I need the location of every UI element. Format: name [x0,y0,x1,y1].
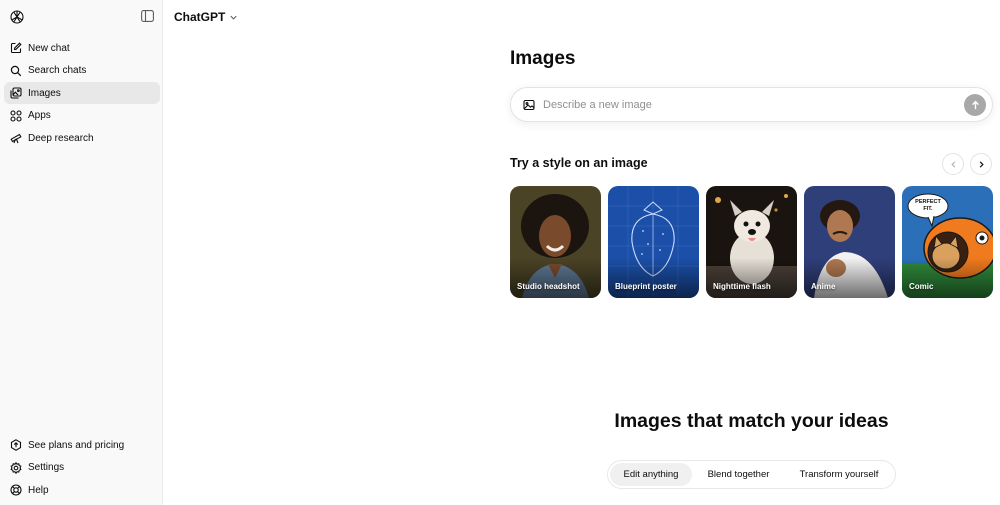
styles-section-title: Try a style on an image [510,156,648,170]
label-shade [902,258,993,298]
style-card-label: Blueprint poster [615,282,677,291]
chevron-left-icon [950,160,955,168]
sidebar-item-label: New chat [28,42,70,54]
images-icon [10,87,22,99]
sidebar-item-search-chats[interactable]: Search chats [4,60,160,82]
tab-transform-yourself[interactable]: Transform yourself [785,463,893,486]
style-card-label: Studio headshot [517,282,580,291]
carousel-next-button[interactable] [970,153,992,175]
style-card-studio-headshot[interactable]: Studio headshot [510,186,601,298]
sidebar-item-label: Apps [28,110,51,122]
sidebar: New chat Search chats Images Apps Deep r… [0,0,163,505]
sidebar-item-label: Search chats [28,65,87,77]
sidebar-footer: See plans and pricing Settings Help [4,434,160,502]
model-name: ChatGPT [174,10,226,24]
sidebar-item-help[interactable]: Help [4,479,160,501]
tab-edit-anything[interactable]: Edit anything [610,463,692,486]
telescope-icon [10,134,22,144]
sidebar-item-images[interactable]: Images [4,82,160,105]
help-icon [10,484,22,496]
style-card-nighttime-flash[interactable]: Nighttime flash [706,186,797,298]
label-shade [510,258,601,298]
style-carousel: Studio headshot Blueprint poster Nightti… [510,186,1000,298]
upgrade-icon [10,439,22,451]
sidebar-item-label: Deep research [28,132,94,144]
sidebar-item-label: Settings [28,462,65,474]
style-card-label: Anime [811,282,836,291]
style-card-comic[interactable]: PERFECT FIT. Comic [902,186,993,298]
add-image-icon[interactable] [523,99,535,111]
search-icon [10,65,22,76]
chevron-down-icon [230,15,237,20]
sidebar-item-label: Help [28,484,49,496]
comic-speech-bubble-text: PERFECT FIT. [915,199,941,212]
compose-icon [10,42,22,54]
apps-icon [10,110,22,122]
tab-blend-together[interactable]: Blend together [692,463,785,486]
sidebar-item-settings[interactable]: Settings [4,457,160,479]
sidebar-item-plans[interactable]: See plans and pricing [4,434,160,456]
sidebar-item-deep-research[interactable]: Deep research [4,127,160,149]
label-shade [804,258,895,298]
sidebar-item-label: See plans and pricing [28,439,125,451]
chevron-right-icon [979,160,984,168]
ideas-tabs: Edit anything Blend together Transform y… [607,460,896,489]
carousel-prev-button[interactable] [942,153,964,175]
style-card-anime[interactable]: Anime [804,186,895,298]
style-card-blueprint-poster[interactable]: Blueprint poster [608,186,699,298]
label-shade [608,258,699,298]
sidebar-nav: New chat Search chats Images Apps Deep r… [4,37,160,150]
sidebar-item-label: Images [28,87,61,99]
arrow-up-icon [971,100,979,109]
ideas-section-title: Images that match your ideas [614,410,889,432]
image-prompt-composer[interactable] [510,87,993,122]
openai-logo-icon[interactable] [9,9,25,25]
send-button[interactable] [964,94,986,116]
image-prompt-input[interactable] [543,94,933,115]
sidebar-item-new-chat[interactable]: New chat [4,37,160,59]
gear-icon [10,461,22,474]
sidebar-header [0,0,163,34]
page-title: Images [510,48,576,69]
label-shade [706,258,797,298]
style-card-label: Nighttime flash [713,282,771,291]
sidebar-item-apps[interactable]: Apps [4,105,160,127]
sidebar-toggle-icon[interactable] [141,10,154,22]
style-card-label: Comic [909,282,934,291]
model-selector[interactable]: ChatGPT [168,6,244,28]
